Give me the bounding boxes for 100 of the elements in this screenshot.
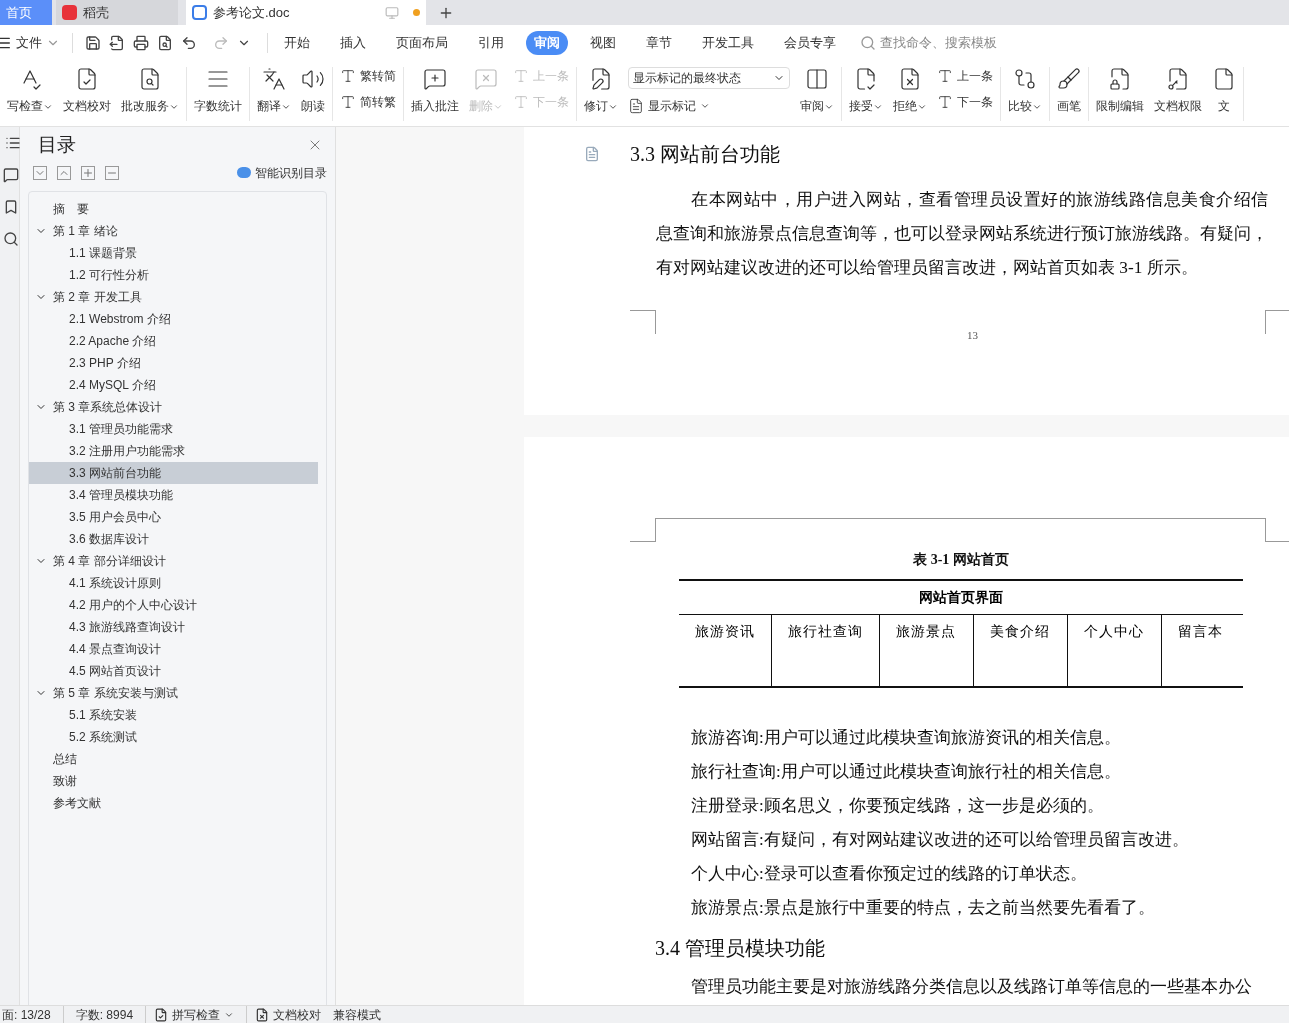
toc-item[interactable]: 第 5 章 系统安装与测试 bbox=[29, 681, 318, 704]
ribbon-small-button[interactable]: 简转繁 bbox=[340, 93, 396, 111]
ribbon-button[interactable]: 插入批注 bbox=[407, 67, 463, 115]
page-corner-mark bbox=[1265, 310, 1289, 334]
toc-item[interactable]: 第 2 章 开发工具 bbox=[29, 285, 318, 308]
ribbon-button[interactable]: 审阅 bbox=[796, 67, 838, 115]
toc-item[interactable]: 摘 要 bbox=[29, 197, 318, 220]
preview-icon[interactable] bbox=[157, 35, 173, 51]
toc-item[interactable]: 2.2 Apache 介绍 bbox=[29, 329, 318, 352]
toc-item[interactable]: 2.3 PHP 介绍 bbox=[29, 351, 318, 374]
ribbon-icon bbox=[513, 94, 529, 110]
expand-all-icon[interactable] bbox=[33, 165, 47, 180]
body-line: 注册登录:顾名思义，你要预定线路，这一步是必须的。 bbox=[691, 795, 1105, 817]
toc-item[interactable]: 3.3 网站前台功能 bbox=[29, 461, 318, 484]
ribbon-button[interactable]: 画笔 bbox=[1053, 67, 1085, 115]
toc-item[interactable]: 2.1 Webstrom 介绍 bbox=[29, 307, 318, 330]
comment-icon[interactable] bbox=[3, 167, 19, 183]
toc-item[interactable]: 总结 bbox=[29, 747, 318, 770]
ribbon-button[interactable]: 朗读 bbox=[297, 67, 329, 115]
toc-item[interactable]: 4.4 景点查询设计 bbox=[29, 637, 318, 660]
toc-item[interactable]: 第 3 章系统总体设计 bbox=[29, 395, 318, 418]
table-cell-text: 留言本 bbox=[1177, 623, 1224, 641]
body-line: 旅行社查询:用户可以通过此模块查询旅行社的相关信息。 bbox=[691, 761, 1122, 783]
ribbon-icon bbox=[628, 98, 644, 114]
paragraph-menu-icon[interactable] bbox=[584, 146, 600, 162]
ribbon-button[interactable]: 拒绝 bbox=[889, 67, 931, 115]
table-cell: 旅行社查询 bbox=[772, 615, 880, 686]
document-icon bbox=[192, 5, 207, 20]
toc-item[interactable]: 2.4 MySQL 介绍 bbox=[29, 373, 318, 396]
ribbon-tab[interactable]: 引用 bbox=[470, 31, 512, 55]
ribbon-icon bbox=[340, 68, 356, 84]
toc-item[interactable]: 致谢 bbox=[29, 769, 318, 792]
save-icon[interactable] bbox=[85, 35, 101, 51]
search-icon[interactable] bbox=[3, 231, 19, 247]
toc-item[interactable]: 4.3 旅游线路查询设计 bbox=[29, 615, 318, 638]
toc-item[interactable]: 5.2 系统测试 bbox=[29, 725, 318, 748]
toc-item[interactable]: 4.5 网站首页设计 bbox=[29, 659, 318, 682]
toc-item[interactable]: 3.5 用户会员中心 bbox=[29, 505, 318, 528]
toc-item[interactable]: 1.2 可行性分析 bbox=[29, 263, 318, 286]
smart-toc-button[interactable]: 智能识别目录 bbox=[237, 163, 327, 182]
ribbon-button[interactable]: 翻译 bbox=[253, 67, 295, 115]
ribbon-small-button[interactable]: 显示标记 bbox=[628, 97, 790, 115]
ribbon-button[interactable]: 批改服务 bbox=[117, 67, 183, 115]
ribbon-button[interactable]: 接受 bbox=[845, 67, 887, 115]
body-line: 网站留言:有疑问，有对网站建议改进的还可以给管理员留言改进。 bbox=[691, 829, 1190, 851]
toc-item[interactable]: 第 4 章 部分详细设计 bbox=[29, 549, 318, 572]
ribbon-small-button[interactable]: 下一条 bbox=[937, 93, 993, 111]
toc-item[interactable]: 4.2 用户的个人中心设计 bbox=[29, 593, 318, 616]
file-menu[interactable]: 文件 bbox=[0, 33, 68, 53]
ribbon-icon bbox=[898, 67, 922, 91]
ribbon-button[interactable]: 比较 bbox=[1004, 67, 1046, 115]
toc-item[interactable]: 参考文献 bbox=[29, 791, 318, 814]
ribbon-button[interactable]: 文 bbox=[1208, 67, 1240, 115]
ribbon-tab[interactable]: 开发工具 bbox=[694, 31, 762, 55]
bookmark-icon[interactable] bbox=[3, 199, 19, 215]
table-caption: 表 3-1 网站首页 bbox=[913, 551, 1009, 569]
print-icon[interactable] bbox=[133, 35, 149, 51]
app-tab[interactable]: 稻壳 bbox=[56, 0, 178, 25]
ribbon-button[interactable]: 写检查 bbox=[3, 67, 57, 115]
ribbon-tab[interactable]: 页面布局 bbox=[388, 31, 456, 55]
export-icon[interactable] bbox=[109, 35, 125, 51]
toc-item[interactable]: 第 1 章 绪论 bbox=[29, 219, 318, 242]
search-icon bbox=[860, 35, 876, 51]
demote-icon[interactable] bbox=[105, 165, 119, 180]
ribbon-tab[interactable]: 插入 bbox=[332, 31, 374, 55]
ribbon-tab[interactable]: 会员专享 bbox=[776, 31, 844, 55]
collapse-all-icon[interactable] bbox=[57, 165, 71, 180]
ribbon-button[interactable]: 文档校对 bbox=[59, 67, 115, 115]
toc-item[interactable]: 1.1 课题背景 bbox=[29, 241, 318, 264]
spell-check-toggle[interactable]: 拼写检查 bbox=[145, 1006, 235, 1023]
toc-item[interactable]: 3.1 管理员功能需求 bbox=[29, 417, 318, 440]
toc-item[interactable]: 3.6 数据库设计 bbox=[29, 527, 318, 550]
proofread-toggle[interactable]: 文档校对 bbox=[246, 1006, 322, 1023]
undo-icon[interactable] bbox=[181, 35, 197, 51]
markup-dropdown[interactable]: 显示标记的最终状态 bbox=[628, 67, 790, 89]
section-heading: 3.3 网站前台功能 bbox=[630, 142, 780, 167]
table-cell: 个人中心 bbox=[1068, 615, 1162, 686]
outline-icon[interactable] bbox=[5, 135, 21, 151]
ribbon-tab[interactable]: 开始 bbox=[276, 31, 318, 55]
toc-item[interactable]: 5.1 系统安装 bbox=[29, 703, 318, 726]
toc-item[interactable]: 4.1 系统设计原则 bbox=[29, 571, 318, 594]
ribbon-button[interactable]: 限制编辑 bbox=[1092, 67, 1148, 115]
ribbon-small-button[interactable]: 繁转简 bbox=[340, 67, 396, 85]
toc-item[interactable]: 3.4 管理员模块功能 bbox=[29, 483, 318, 506]
ribbon-small-button[interactable]: 上一条 bbox=[937, 67, 993, 85]
ribbon-icon bbox=[1212, 67, 1236, 91]
app-tab[interactable]: 参考论文.doc bbox=[186, 0, 426, 25]
promote-icon[interactable] bbox=[81, 165, 95, 180]
ribbon-button[interactable]: 字数统计 bbox=[190, 67, 246, 115]
ribbon-button[interactable]: 文档权限 bbox=[1150, 67, 1206, 115]
ribbon-icon bbox=[589, 67, 613, 91]
ribbon-icon bbox=[513, 68, 529, 84]
toc-item[interactable]: 3.2 注册用户功能需求 bbox=[29, 439, 318, 462]
ribbon-icon bbox=[1166, 67, 1190, 91]
ribbon-button[interactable]: 修订 bbox=[580, 67, 622, 115]
ribbon-tab[interactable]: 章节 bbox=[638, 31, 680, 55]
body-line: 管理员功能主要是对旅游线路分类信息以及线路订单等信息的一些基本办公 bbox=[691, 977, 1253, 997]
proofread-icon bbox=[255, 1007, 270, 1022]
word-count: 字数: 8994 bbox=[62, 1006, 134, 1023]
ribbon-tab[interactable]: 视图 bbox=[582, 31, 624, 55]
